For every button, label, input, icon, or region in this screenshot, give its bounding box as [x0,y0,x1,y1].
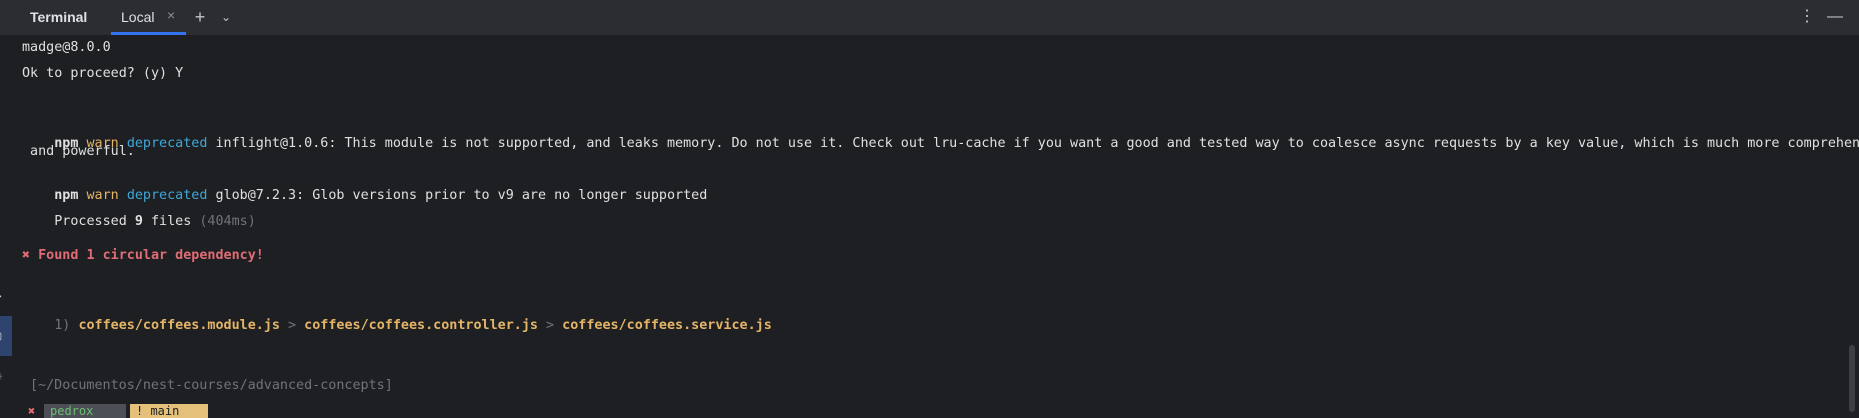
more-options-icon[interactable]: ⋮ [1795,5,1819,29]
warning-line: npm warn deprecated inflight@1.0.6: This… [22,117,1859,171]
deprecated-label: deprecated [127,136,208,151]
git-icon[interactable]: ◇ [0,288,9,304]
processed-time: (404ms) [199,214,255,229]
tab-local[interactable]: Local × [111,0,186,35]
cycle-path: coffees/coffees.module.js [78,318,280,333]
cwd-line: [~/Documentos/nest-courses/advanced-conc… [30,377,393,395]
terminal-tab-bar: Terminal Local × + ⌄ ⋮ — [0,0,1859,36]
history-icon[interactable]: ◌ [0,368,9,384]
close-icon[interactable]: × [167,7,175,23]
prompt-branch: ! main [130,404,208,418]
warning-text: glob@7.2.3: Glob versions prior to v9 ar… [216,188,708,203]
processed-prefix: Processed [54,214,127,229]
prompt-user: pedrox [44,404,126,418]
processed-line: Processed 9 files (404ms) [22,195,256,249]
error-message: ✖ Found 1 circular dependency! [22,247,264,265]
minimize-icon[interactable]: — [1823,5,1847,29]
output-line: Ok to proceed? (y) Y [22,65,183,83]
scrollbar-thumb[interactable] [1849,345,1855,412]
cycle-path: coffees/coffees.controller.js [304,318,538,333]
cycle-path: coffees/coffees.service.js [562,318,772,333]
tab-label: Local [121,9,154,25]
cycle-separator: > [288,318,296,333]
exit-status-icon: ✖ [22,404,41,418]
cycle-index: 1) [54,318,70,333]
output-line: madge@8.0.0 [22,39,111,57]
processed-suffix: files [151,214,191,229]
tool-window-title: Terminal [30,9,87,25]
cycle-line: 1) coffees/coffees.module.js > coffees/c… [22,299,772,353]
processed-count: 9 [135,214,143,229]
warning-text: inflight@1.0.6: This module is not suppo… [216,136,1859,151]
new-tab-icon[interactable]: + [188,5,212,29]
warning-line-cont: and powerful. [22,143,135,161]
left-gutter: ◇ ▢ ◌ [0,280,10,412]
terminal-icon[interactable]: ▢ [0,328,9,344]
cycle-separator: > [546,318,554,333]
chevron-down-icon[interactable]: ⌄ [214,5,238,29]
terminal-output[interactable]: madge@8.0.0 Ok to proceed? (y) Y npm war… [0,36,1859,412]
